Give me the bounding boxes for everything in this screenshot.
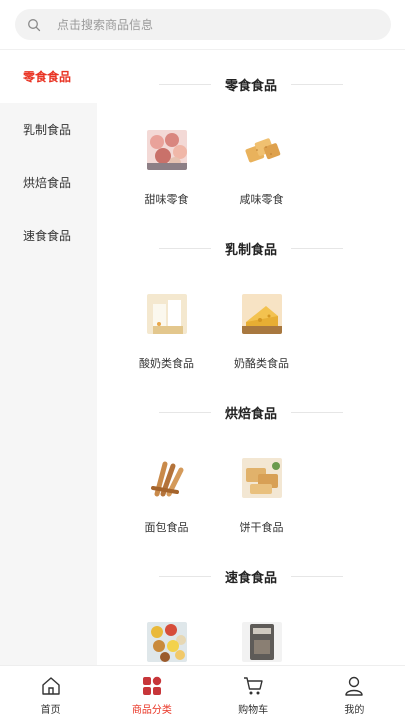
sweet-snack-image xyxy=(146,130,187,170)
product-name: 甜味零食 xyxy=(144,193,189,206)
category-content: 零食食品 甜味零食 咸味零食 乳制食品 酸奶类食品 奶酪类食品 烘焙食品 面包食… xyxy=(97,50,405,665)
product-grid: 面包食品 饼干食品 xyxy=(119,458,309,535)
product-name: 咸味零食 xyxy=(239,193,284,206)
search-header: 点击搜索商品信息 xyxy=(0,0,405,50)
sidebar-item-instant[interactable]: 速食食品 xyxy=(0,209,97,262)
category-icon xyxy=(142,676,162,695)
product-cell[interactable]: 饼干食品 xyxy=(214,458,309,535)
section-title: 速食食品 xyxy=(97,566,405,586)
product-name: 面包食品 xyxy=(144,521,189,534)
section-title: 乳制食品 xyxy=(97,238,405,258)
category-sidebar: 零食食品 乳制食品 烘焙食品 速食食品 xyxy=(0,50,97,665)
tab-home[interactable]: 首页 xyxy=(0,666,101,720)
tab-profile[interactable]: 我的 xyxy=(304,666,405,720)
product-name: 酸奶类食品 xyxy=(139,357,194,370)
section-snacks: 零食食品 甜味零食 咸味零食 xyxy=(97,50,405,214)
divider xyxy=(291,411,343,413)
product-cell[interactable]: 酸奶类食品 xyxy=(119,294,214,371)
section-bakery: 烘焙食品 面包食品 饼干食品 xyxy=(97,378,405,542)
section-dairy: 乳制食品 酸奶类食品 奶酪类食品 xyxy=(97,214,405,378)
sidebar-item-snacks[interactable]: 零食食品 xyxy=(0,50,97,103)
tab-label: 购物车 xyxy=(238,705,269,716)
user-icon xyxy=(345,676,364,696)
cheese-image xyxy=(241,294,282,334)
sidebar-item-bakery[interactable]: 烘焙食品 xyxy=(0,156,97,209)
product-grid xyxy=(119,622,309,665)
section-title-text: 烘焙食品 xyxy=(224,406,277,422)
bottom-tabbar: 首页 商品分类 购物车 我的 xyxy=(0,665,405,720)
product-cell[interactable]: 奶酪类食品 xyxy=(214,294,309,371)
divider xyxy=(291,247,343,249)
divider xyxy=(158,83,211,85)
product-cell[interactable]: 甜味零食 xyxy=(119,130,214,207)
search-icon xyxy=(28,18,41,31)
cart-icon xyxy=(244,677,263,695)
product-name: 饼干食品 xyxy=(239,521,284,534)
yogurt-image xyxy=(146,294,187,334)
biscuit-image xyxy=(241,458,282,498)
product-name: 奶酪类食品 xyxy=(234,357,289,370)
product-grid: 甜味零食 咸味零食 xyxy=(119,130,309,207)
section-title-text: 零食食品 xyxy=(224,78,277,94)
cracker-image xyxy=(241,130,282,170)
divider xyxy=(158,411,211,413)
product-grid: 酸奶类食品 奶酪类食品 xyxy=(119,294,309,371)
section-title: 烘焙食品 xyxy=(97,402,405,422)
search-bar[interactable]: 点击搜索商品信息 xyxy=(15,9,391,40)
section-title-text: 乳制食品 xyxy=(224,242,277,258)
divider xyxy=(158,247,211,249)
section-title-text: 速食食品 xyxy=(224,570,277,586)
divider xyxy=(291,575,343,577)
bread-image xyxy=(146,458,187,498)
tab-category[interactable]: 商品分类 xyxy=(101,666,202,720)
product-cell[interactable] xyxy=(214,622,309,665)
section-title: 零食食品 xyxy=(97,74,405,94)
tab-label: 商品分类 xyxy=(131,705,172,716)
home-icon xyxy=(41,677,60,695)
sidebar-item-dairy[interactable]: 乳制食品 xyxy=(0,103,97,156)
tab-label: 我的 xyxy=(344,705,365,716)
section-instant: 速食食品 xyxy=(97,542,405,665)
instant-pack-image xyxy=(241,622,282,662)
product-cell[interactable]: 面包食品 xyxy=(119,458,214,535)
product-cell[interactable]: 咸味零食 xyxy=(214,130,309,207)
divider xyxy=(158,575,211,577)
divider xyxy=(291,83,343,85)
tab-cart[interactable]: 购物车 xyxy=(203,666,304,720)
tab-label: 首页 xyxy=(40,705,61,716)
spice-bowls-image xyxy=(146,622,187,662)
search-placeholder[interactable]: 点击搜索商品信息 xyxy=(57,16,153,33)
product-cell[interactable] xyxy=(119,622,214,665)
